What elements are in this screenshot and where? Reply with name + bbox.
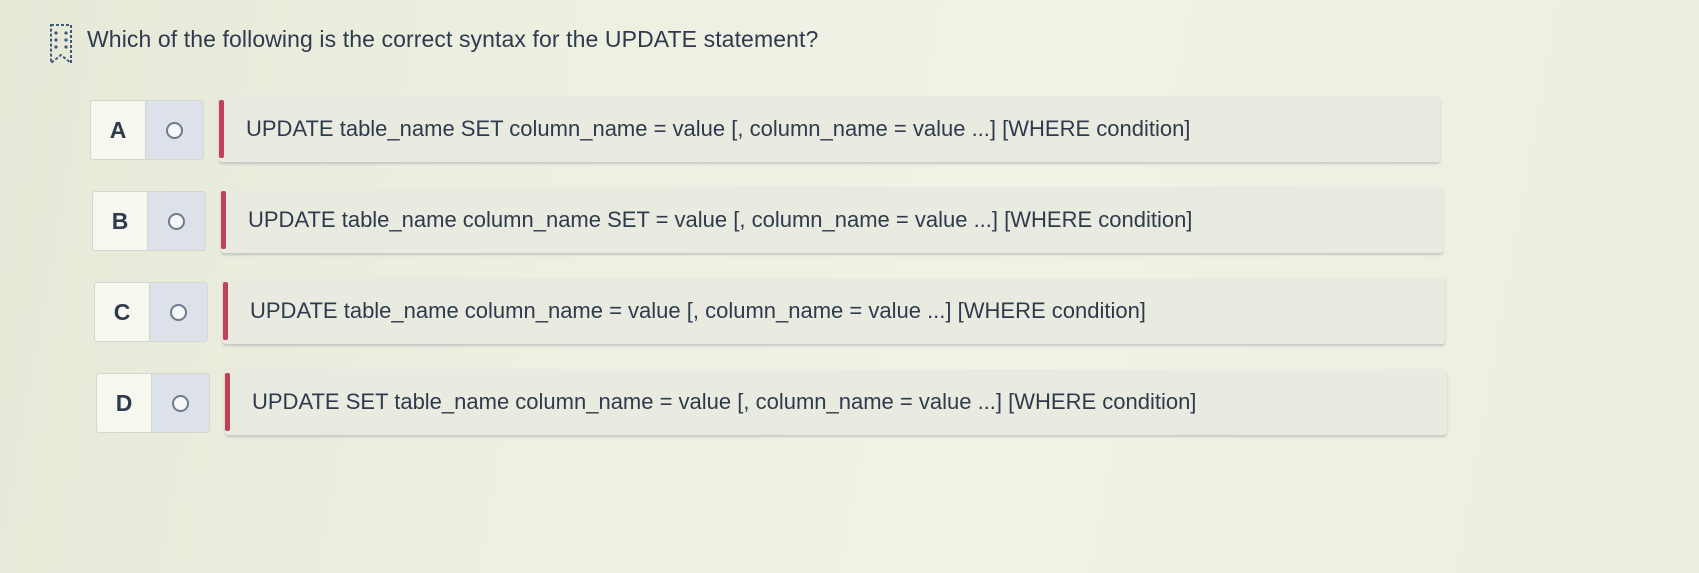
bookmark-icon[interactable] xyxy=(47,23,75,67)
option-b[interactable]: B UPDATE table_name column_name SET = va… xyxy=(92,187,1443,257)
option-radio-d[interactable] xyxy=(152,373,210,433)
answer-card[interactable]: UPDATE table_name SET column_name = valu… xyxy=(219,96,1440,162)
radio-circle-icon[interactable] xyxy=(166,121,183,139)
option-radio-c[interactable] xyxy=(150,282,208,342)
option-letter: A xyxy=(90,100,146,160)
accent-bar xyxy=(225,373,230,431)
accent-bar xyxy=(219,100,224,158)
radio-circle-icon[interactable] xyxy=(172,394,189,412)
option-radio-b[interactable] xyxy=(148,191,206,251)
option-letter: C xyxy=(94,282,150,342)
option-radio-a[interactable] xyxy=(146,100,204,160)
option-letter: B xyxy=(92,191,148,251)
radio-circle-icon[interactable] xyxy=(170,303,187,321)
answer-text: UPDATE table_name SET column_name = valu… xyxy=(246,116,1191,141)
answer-text: UPDATE SET table_name column_name = valu… xyxy=(252,389,1197,414)
option-d[interactable]: D UPDATE SET table_name column_name = va… xyxy=(96,369,1447,439)
option-a[interactable]: A UPDATE table_name SET column_name = va… xyxy=(90,96,1440,166)
answer-text: UPDATE table_name column_name SET = valu… xyxy=(248,207,1193,232)
option-letter: D xyxy=(96,373,152,433)
accent-bar xyxy=(223,282,228,340)
answer-card[interactable]: UPDATE SET table_name column_name = valu… xyxy=(225,369,1447,435)
question-text: Which of the following is the correct sy… xyxy=(87,26,819,52)
radio-circle-icon[interactable] xyxy=(168,212,185,230)
answer-card[interactable]: UPDATE table_name column_name = value [,… xyxy=(223,278,1445,344)
answer-text: UPDATE table_name column_name = value [,… xyxy=(250,298,1146,323)
answer-card[interactable]: UPDATE table_name column_name SET = valu… xyxy=(221,187,1443,253)
accent-bar xyxy=(221,191,226,249)
option-c[interactable]: C UPDATE table_name column_name = value … xyxy=(94,278,1445,348)
